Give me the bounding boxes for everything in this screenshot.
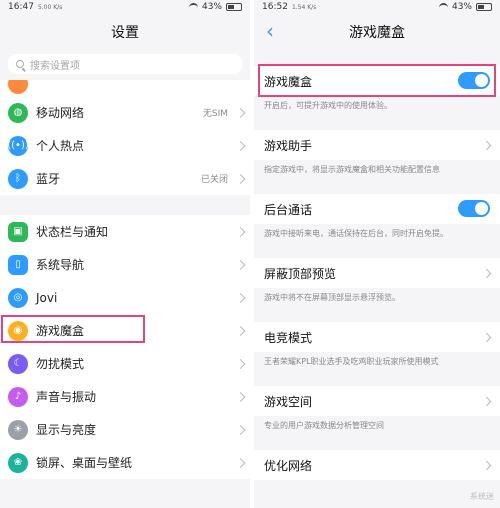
globe-icon: ◍ xyxy=(8,102,28,123)
settings-item-label: 声音与振动 xyxy=(36,390,97,404)
settings-item-display[interactable]: ☀ 显示与亮度 xyxy=(0,413,250,446)
status-bar-icon: ▣ xyxy=(8,221,28,242)
settings-item-value: 无SIM xyxy=(202,109,228,119)
page-title: 设置 xyxy=(111,25,139,41)
settings-item-status-bar[interactable]: ▣ 状态栏与通知 xyxy=(0,215,250,248)
wifi-icon xyxy=(438,2,448,12)
highlight-box-game-box-toggle xyxy=(258,64,496,97)
setting-game-assistant[interactable]: 游戏助手 xyxy=(254,130,500,160)
battery-icon xyxy=(476,3,492,11)
settings-item-jovi[interactable]: ◎ Jovi xyxy=(0,281,250,314)
setting-game-space[interactable]: 游戏空间 xyxy=(254,386,500,416)
status-bar: 16:47 5.00 K/s 43% xyxy=(0,0,250,14)
settings-group-connectivity: ◍ 移动网络 无SIM ((•)) 个人热点 ᛒ 蓝牙 已关闭 xyxy=(0,80,250,195)
settings-item-label: Jovi xyxy=(36,290,58,305)
battery-icon xyxy=(226,3,242,11)
settings-item-label: 显示与亮度 xyxy=(36,423,97,437)
settings-item-hotspot[interactable]: ((•)) 个人热点 xyxy=(0,129,250,162)
page-title: 游戏魔盒 xyxy=(349,25,405,41)
group-separator xyxy=(0,479,250,493)
partial-icon xyxy=(8,80,28,94)
status-time: 16:52 xyxy=(262,2,288,12)
screenshot-pair: 16:47 5.00 K/s 43% 设置 搜索设置项 ◍ 移动网络 无SIM xyxy=(0,0,500,508)
moon-icon: ☾ xyxy=(8,353,28,374)
back-arrow-icon[interactable]: ‹ xyxy=(266,21,284,41)
brightness-icon: ☀ xyxy=(8,419,28,440)
setting-description: 王者荣耀KPL职业选手及吃鸡职业玩家所使用模式 xyxy=(254,352,500,372)
settings-item-bluetooth[interactable]: ᛒ 蓝牙 已关闭 xyxy=(0,162,250,195)
status-bar: 16:52 1.54 K/s 43% xyxy=(254,0,500,14)
navigation-icon: ▯ xyxy=(8,254,28,275)
setting-background-call: 后台通话 xyxy=(254,194,500,224)
setting-description: 游戏中将不在屏幕顶部显示悬浮预览。 xyxy=(254,288,500,308)
wifi-icon xyxy=(188,2,198,12)
page-header: ‹ 游戏魔盒 xyxy=(254,14,500,50)
setting-optimize-network[interactable]: 优化网络 xyxy=(254,450,500,480)
network-speed: 1.54 K/s xyxy=(291,3,317,11)
status-time: 16:47 xyxy=(8,2,34,12)
settings-item-label: 蓝牙 xyxy=(36,172,61,186)
setting-block-top-preview[interactable]: 屏蔽顶部预览 xyxy=(254,258,500,288)
search-input[interactable]: 搜索设置项 xyxy=(8,54,242,74)
setting-description: 专业的用户游戏数据分析管理空间 xyxy=(254,416,500,436)
settings-item-label: 系统导航 xyxy=(36,258,85,272)
settings-item-sound[interactable]: ♪ 声音与振动 xyxy=(0,380,250,413)
setting-description: 游戏中接听来电，通话保持在后台，同时开启免提。 xyxy=(254,224,500,244)
setting-description: 开启后，可提升游戏中的使用体验。 xyxy=(254,96,500,116)
chevron-right-icon xyxy=(235,173,246,184)
setting-title: 优化网络 xyxy=(264,458,313,473)
search-placeholder: 搜索设置项 xyxy=(30,60,80,72)
network-speed: 5.00 K/s xyxy=(37,3,63,11)
settings-item-wallpaper[interactable]: ❀ 锁屏、桌面与壁纸 xyxy=(0,446,250,479)
settings-item-dnd[interactable]: ☾ 勿扰模式 xyxy=(0,347,250,380)
settings-item-label: 移动网络 xyxy=(36,106,85,120)
settings-item-navigation[interactable]: ▯ 系统导航 xyxy=(0,248,250,281)
sound-icon: ♪ xyxy=(8,386,28,407)
settings-item-label: 锁屏、桌面与壁纸 xyxy=(36,456,133,470)
group-separator xyxy=(0,195,250,215)
battery-percent: 43% xyxy=(451,2,472,12)
highlight-box-game-box xyxy=(1,315,145,343)
setting-title: 后台通话 xyxy=(264,202,313,217)
bluetooth-icon: ᛒ xyxy=(8,168,28,189)
setting-title: 电竞模式 xyxy=(264,330,313,345)
search-icon xyxy=(16,60,24,68)
jovi-icon: ◎ xyxy=(8,287,28,308)
chevron-right-icon xyxy=(235,107,246,118)
settings-item-label: 状态栏与通知 xyxy=(36,225,109,239)
settings-screen: 16:47 5.00 K/s 43% 设置 搜索设置项 ◍ 移动网络 无SIM xyxy=(0,0,250,508)
background-call-toggle[interactable] xyxy=(458,200,490,217)
game-box-screen: 16:52 1.54 K/s 43% ‹ 游戏魔盒 游戏魔盒 开启后，可提升游戏… xyxy=(254,0,500,508)
setting-title: 屏蔽顶部预览 xyxy=(264,266,337,281)
settings-item-label: 个人热点 xyxy=(36,139,85,153)
watermark: 系统迷 xyxy=(470,492,494,501)
settings-item-mobile-network[interactable]: ◍ 移动网络 无SIM xyxy=(0,96,250,129)
settings-group-system: ▣ 状态栏与通知 ▯ 系统导航 ◎ Jovi ◉ 游戏魔盒 ☾ 勿扰模式 ♪ 声… xyxy=(0,215,250,479)
hotspot-icon: ((•)) xyxy=(7,135,29,156)
setting-title: 游戏空间 xyxy=(264,394,313,409)
setting-esports-mode[interactable]: 电竞模式 xyxy=(254,322,500,352)
settings-item-value: 已关闭 xyxy=(200,175,228,185)
setting-description: 指定游戏中，将显示游戏魔盒和相关功能配置信息 xyxy=(254,160,500,180)
setting-title: 游戏助手 xyxy=(264,138,313,153)
settings-item-label: 勿扰模式 xyxy=(36,357,85,371)
settings-item-partial[interactable] xyxy=(0,80,250,96)
wallpaper-icon: ❀ xyxy=(8,452,28,473)
battery-percent: 43% xyxy=(201,2,222,12)
